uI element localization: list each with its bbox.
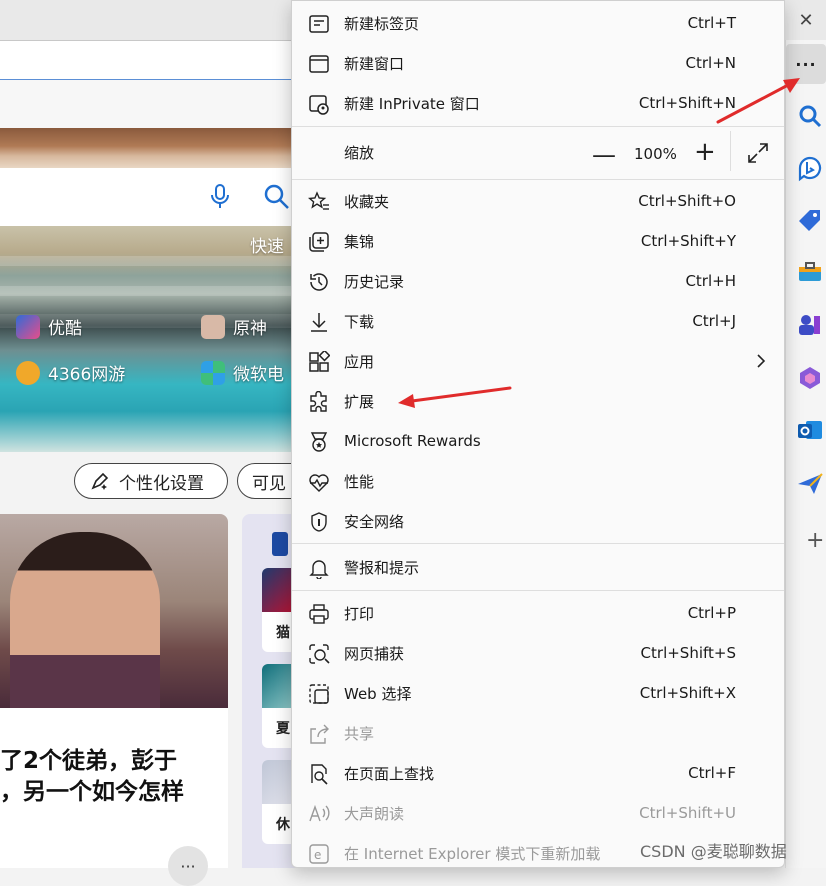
menu-item-performance[interactable]: 性能 [292, 461, 784, 501]
send-icon[interactable] [796, 470, 824, 498]
menu-item-secure-network[interactable]: 安全网络 [292, 501, 784, 541]
menu-item-favorites[interactable]: 收藏夹 Ctrl+Shift+O [292, 181, 784, 221]
menu-item-read-aloud: 大声朗读 Ctrl+Shift+U [292, 793, 784, 833]
news-card-title: 了2个徒弟，彭于 ，另一个如今怎样 [0, 748, 184, 805]
find-icon [311, 764, 328, 785]
tile-ms-store[interactable]: 微软电 [201, 360, 284, 385]
ms-store-icon [201, 360, 225, 385]
quick-links-label: 快速 [250, 237, 284, 257]
nba-logo-icon [272, 532, 288, 556]
menu-item-alerts-and-tips[interactable]: 警报和提示 [292, 547, 784, 587]
zoom-divider [730, 131, 731, 171]
tile-4366[interactable]: 4366网游 [16, 360, 125, 385]
tile-genshin[interactable]: 原神 [201, 314, 267, 339]
favorites-bar [0, 80, 295, 129]
zoom-in-button[interactable]: + [694, 137, 716, 167]
menu-item-web-select[interactable]: Web 选择 Ctrl+Shift+X [292, 673, 784, 713]
inprivate-icon [309, 95, 329, 115]
settings-and-more-menu: 新建标签页 Ctrl+T 新建窗口 Ctrl+N 新建 InPrivate 窗口… [291, 0, 785, 868]
toolbox-icon[interactable] [796, 258, 824, 286]
download-icon [311, 313, 327, 332]
collections-icon [309, 232, 329, 252]
games-icon[interactable] [796, 310, 824, 338]
microsoft365-icon[interactable] [796, 364, 824, 392]
chevron-right-icon [757, 354, 766, 368]
menu-item-web-capture[interactable]: 网页捕获 Ctrl+Shift+S [292, 633, 784, 673]
performance-icon [309, 474, 329, 492]
news-card[interactable]: 了2个徒弟，彭于 ，另一个如今怎样 [0, 514, 228, 868]
menu-item-downloads[interactable]: 下载 Ctrl+J [292, 301, 784, 341]
menu-item-apps[interactable]: 应用 [292, 341, 784, 381]
new-window-icon [309, 55, 329, 73]
tile-youku[interactable]: 优酷 [16, 314, 82, 339]
secure-network-icon [311, 512, 327, 532]
more-icon: ··· [795, 54, 817, 74]
web-capture-icon [309, 644, 330, 664]
menu-item-history[interactable]: 历史记录 Ctrl+H [292, 261, 784, 301]
apps-icon [309, 351, 330, 372]
personalize-icon [91, 472, 109, 490]
bing-chat-icon[interactable] [796, 154, 824, 182]
print-icon [309, 604, 329, 624]
history-icon [310, 273, 328, 291]
menu-item-new-tab[interactable]: 新建标签页 Ctrl+T [292, 3, 784, 43]
menu-item-microsoft-rewards[interactable]: Microsoft Rewards [292, 421, 784, 461]
hero-banner-top [0, 128, 295, 168]
personalize-button[interactable]: 个性化设置 [74, 463, 228, 499]
hero-image [0, 226, 295, 452]
search-box[interactable] [0, 168, 295, 226]
news-card-photo [0, 514, 228, 708]
rewards-icon [310, 432, 328, 452]
youku-icon [16, 314, 40, 339]
new-tab-icon [309, 15, 329, 33]
microphone-icon[interactable] [206, 182, 234, 210]
genshin-icon [201, 314, 225, 339]
menu-item-find-on-page[interactable]: 在页面上查找 Ctrl+F [292, 753, 784, 793]
4366-icon [16, 360, 40, 385]
settings-and-more-button[interactable]: ··· [786, 44, 826, 84]
close-window-button[interactable]: ✕ [786, 0, 826, 40]
bell-icon [309, 560, 329, 579]
outlook-icon[interactable] [796, 416, 824, 444]
plus-icon: + [806, 528, 825, 553]
share-icon [310, 724, 329, 744]
more-icon: ··· [180, 856, 196, 876]
fullscreen-icon[interactable] [746, 141, 770, 165]
menu-item-share: 共享 [292, 713, 784, 753]
menu-item-extensions[interactable]: 扩展 [292, 381, 784, 421]
menu-item-print[interactable]: 打印 Ctrl+P [292, 593, 784, 633]
close-icon: ✕ [798, 9, 814, 31]
shopping-tag-icon[interactable] [796, 206, 824, 234]
menu-item-new-window[interactable]: 新建窗口 Ctrl+N [292, 43, 784, 83]
favorites-icon [308, 191, 329, 210]
menu-item-new-inprivate-window[interactable]: 新建 InPrivate 窗口 Ctrl+Shift+N [292, 83, 784, 123]
ie-mode-icon: e [309, 844, 329, 864]
web-select-icon [309, 684, 329, 704]
search-icon[interactable] [796, 102, 824, 130]
watermark: CSDN @麦聪聊数据 [640, 842, 787, 861]
add-sidebar-app-button[interactable]: + [806, 528, 824, 553]
extensions-icon [310, 391, 327, 412]
read-aloud-icon [309, 804, 330, 822]
svg-text:e: e [314, 848, 321, 862]
card-more-button[interactable]: ··· [168, 846, 208, 886]
zoom-level: 100% [634, 145, 677, 163]
address-bar[interactable] [0, 40, 295, 81]
search-icon[interactable] [262, 182, 290, 210]
menu-item-collections[interactable]: 集锦 Ctrl+Shift+Y [292, 221, 784, 261]
zoom-out-button[interactable]: — [592, 141, 616, 169]
